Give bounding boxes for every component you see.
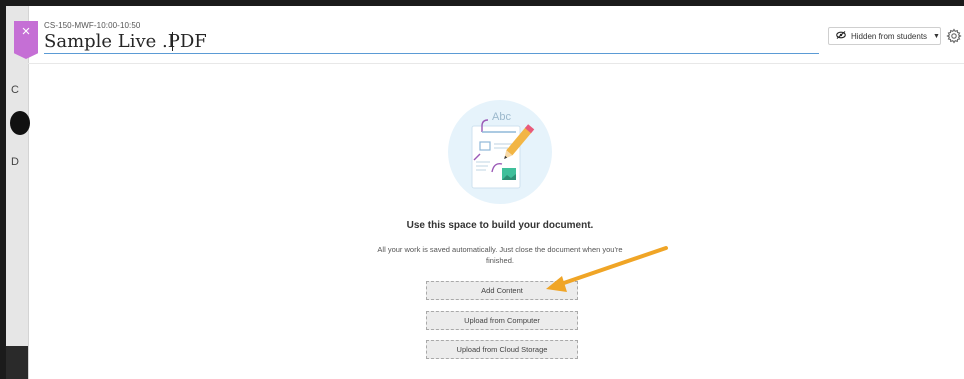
empty-state-heading: Use this space to build your document. xyxy=(406,220,594,231)
background-course-sidebar: C D xyxy=(6,6,30,379)
annotation-arrow xyxy=(546,246,668,292)
upload-from-cloud-storage-button[interactable]: Upload from Cloud Storage xyxy=(426,340,578,359)
header-divider xyxy=(28,63,964,64)
chevron-down-icon: ▼ xyxy=(933,32,940,40)
gear-icon xyxy=(946,28,962,44)
document-illustration-icon: Abc xyxy=(448,100,552,204)
close-icon: × xyxy=(21,23,31,40)
document-title-input[interactable] xyxy=(44,30,819,54)
course-label: CS-150-MWF-10:00-10:50 xyxy=(44,21,141,30)
sidebar-fragment: C xyxy=(11,84,19,96)
close-panel-button[interactable]: × xyxy=(14,21,38,59)
visibility-dropdown[interactable]: Hidden from students ▼ xyxy=(828,27,941,45)
avatar xyxy=(10,111,30,135)
settings-button[interactable] xyxy=(946,28,962,44)
sidebar-footer xyxy=(6,346,28,379)
upload-from-computer-button[interactable]: Upload from Computer xyxy=(426,311,578,330)
illustration-text: Abc xyxy=(492,111,511,123)
eye-slash-icon xyxy=(836,31,846,41)
sidebar-fragment: D xyxy=(11,156,19,168)
visibility-label: Hidden from students xyxy=(851,31,928,41)
text-cursor xyxy=(172,32,173,51)
